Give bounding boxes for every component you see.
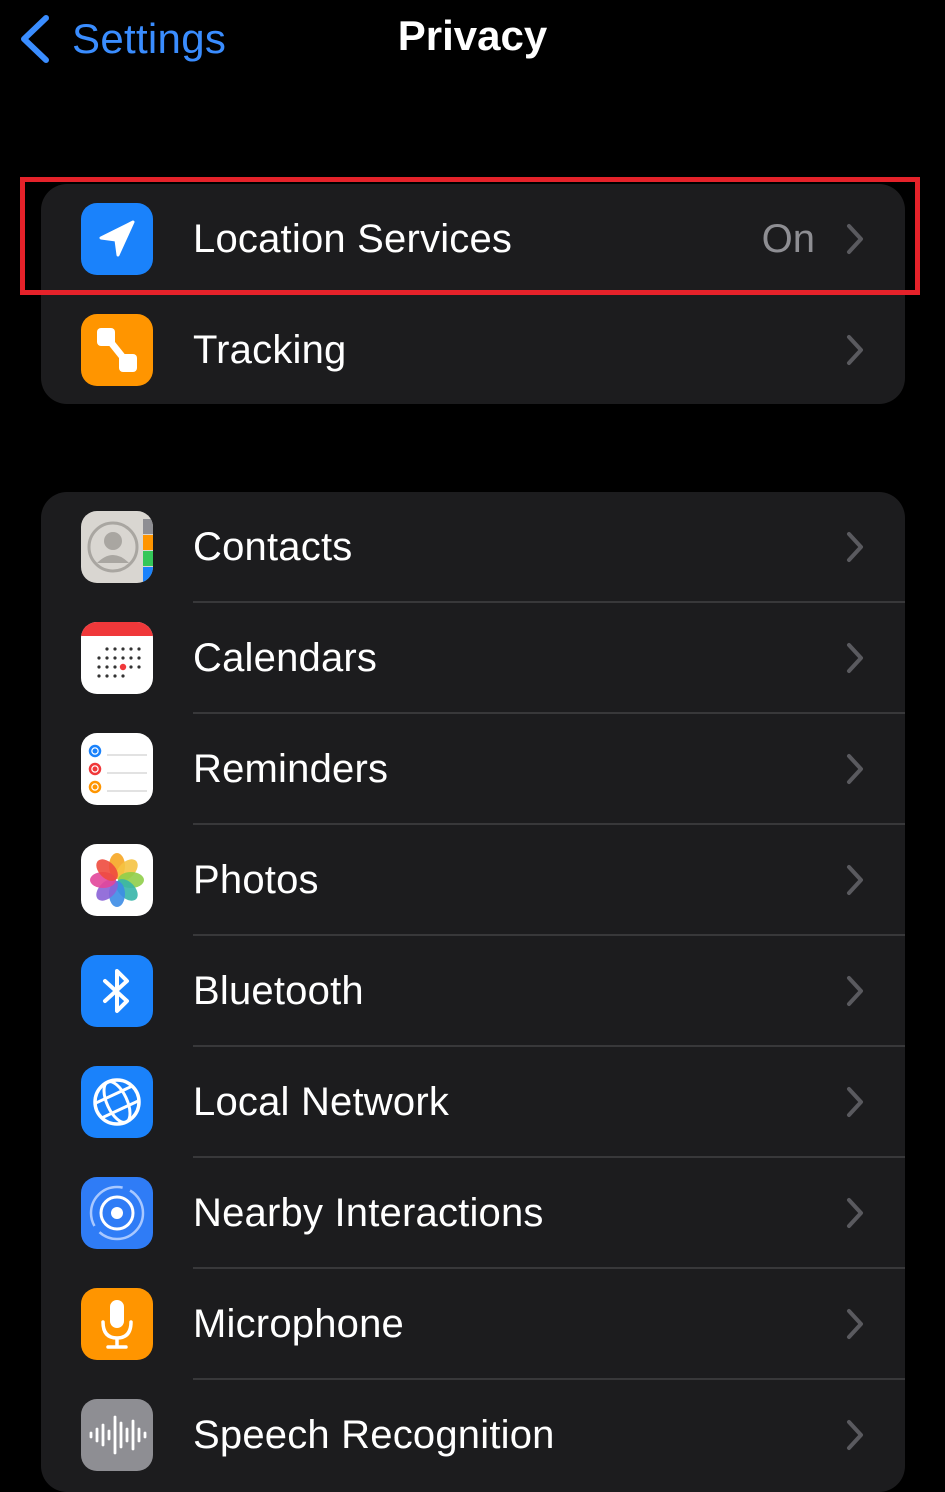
tracking-icon (81, 314, 153, 386)
chevron-right-icon (845, 530, 865, 564)
row-local-network[interactable]: Local Network (41, 1047, 905, 1158)
row-label: Bluetooth (193, 969, 364, 1013)
row-speech-recognition[interactable]: Speech Recognition (41, 1380, 905, 1491)
row-label: Contacts (193, 525, 353, 569)
row-label: Photos (193, 858, 319, 902)
row-label: Speech Recognition (193, 1413, 555, 1457)
nearby-interactions-icon (81, 1177, 153, 1249)
row-photos[interactable]: Photos (41, 825, 905, 936)
chevron-right-icon (845, 752, 865, 786)
contacts-icon (81, 511, 153, 583)
chevron-right-icon (845, 222, 865, 256)
row-tracking[interactable]: Tracking (41, 295, 905, 404)
settings-group-location: Location Services On Tracking (41, 184, 905, 404)
row-label: Location Services (193, 217, 513, 261)
row-label: Reminders (193, 747, 389, 791)
chevron-right-icon (845, 1307, 865, 1341)
chevron-right-icon (845, 974, 865, 1008)
photos-icon (81, 844, 153, 916)
settings-group-permissions: Contacts Calendars Reminders Photos Blue… (41, 492, 905, 1492)
globe-icon (81, 1066, 153, 1138)
row-label: Tracking (193, 328, 347, 372)
reminders-icon (81, 733, 153, 805)
location-arrow-icon (81, 203, 153, 275)
row-location-services[interactable]: Location Services On (41, 184, 905, 295)
calendar-icon (81, 622, 153, 694)
row-calendars[interactable]: Calendars (41, 603, 905, 714)
chevron-right-icon (845, 1418, 865, 1452)
chevron-right-icon (845, 1196, 865, 1230)
row-bluetooth[interactable]: Bluetooth (41, 936, 905, 1047)
row-reminders[interactable]: Reminders (41, 714, 905, 825)
row-nearby-interactions[interactable]: Nearby Interactions (41, 1158, 905, 1269)
row-label: Local Network (193, 1080, 450, 1124)
page-title: Privacy (397, 12, 548, 59)
row-label: Calendars (193, 636, 378, 680)
row-microphone[interactable]: Microphone (41, 1269, 905, 1380)
waveform-icon (81, 1399, 153, 1471)
bluetooth-icon (81, 955, 153, 1027)
chevron-right-icon (845, 641, 865, 675)
row-label: Nearby Interactions (193, 1191, 544, 1235)
microphone-icon (81, 1288, 153, 1360)
navigation-bar: Settings Privacy (0, 0, 945, 80)
row-contacts[interactable]: Contacts (41, 492, 905, 603)
chevron-right-icon (845, 1085, 865, 1119)
chevron-right-icon (845, 333, 865, 367)
row-label: Microphone (193, 1302, 405, 1346)
row-value: On (761, 217, 815, 261)
chevron-right-icon (845, 863, 865, 897)
